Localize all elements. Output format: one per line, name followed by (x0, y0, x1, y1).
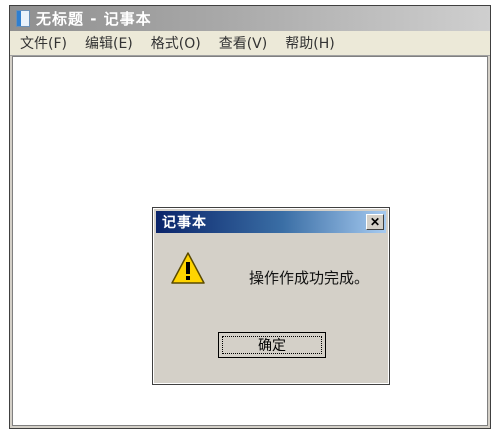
menu-help[interactable]: 帮助(H) (285, 33, 334, 53)
menu-edit[interactable]: 编辑(E) (85, 33, 133, 53)
menu-view[interactable]: 查看(V) (219, 33, 268, 53)
close-button[interactable]: ✕ (366, 214, 384, 230)
window-titlebar[interactable]: 无标题 - 记事本 (10, 6, 490, 31)
notepad-icon (16, 10, 30, 27)
window-title: 无标题 - 记事本 (36, 10, 152, 28)
message-dialog: 记事本 ✕ 操作作成功完成。 确定 (152, 207, 390, 385)
warning-icon (171, 252, 205, 284)
menu-bar: 文件(F) 编辑(E) 格式(O) 查看(V) 帮助(H) (10, 31, 490, 56)
ok-button-label: 确定 (222, 336, 322, 354)
dialog-title: 记事本 (162, 215, 207, 231)
close-icon: ✕ (369, 215, 381, 229)
menu-file[interactable]: 文件(F) (20, 33, 67, 53)
dialog-message: 操作作成功完成。 (249, 269, 370, 287)
dialog-titlebar[interactable]: 记事本 ✕ (156, 211, 386, 233)
menu-format[interactable]: 格式(O) (151, 33, 201, 53)
ok-button[interactable]: 确定 (218, 332, 326, 358)
